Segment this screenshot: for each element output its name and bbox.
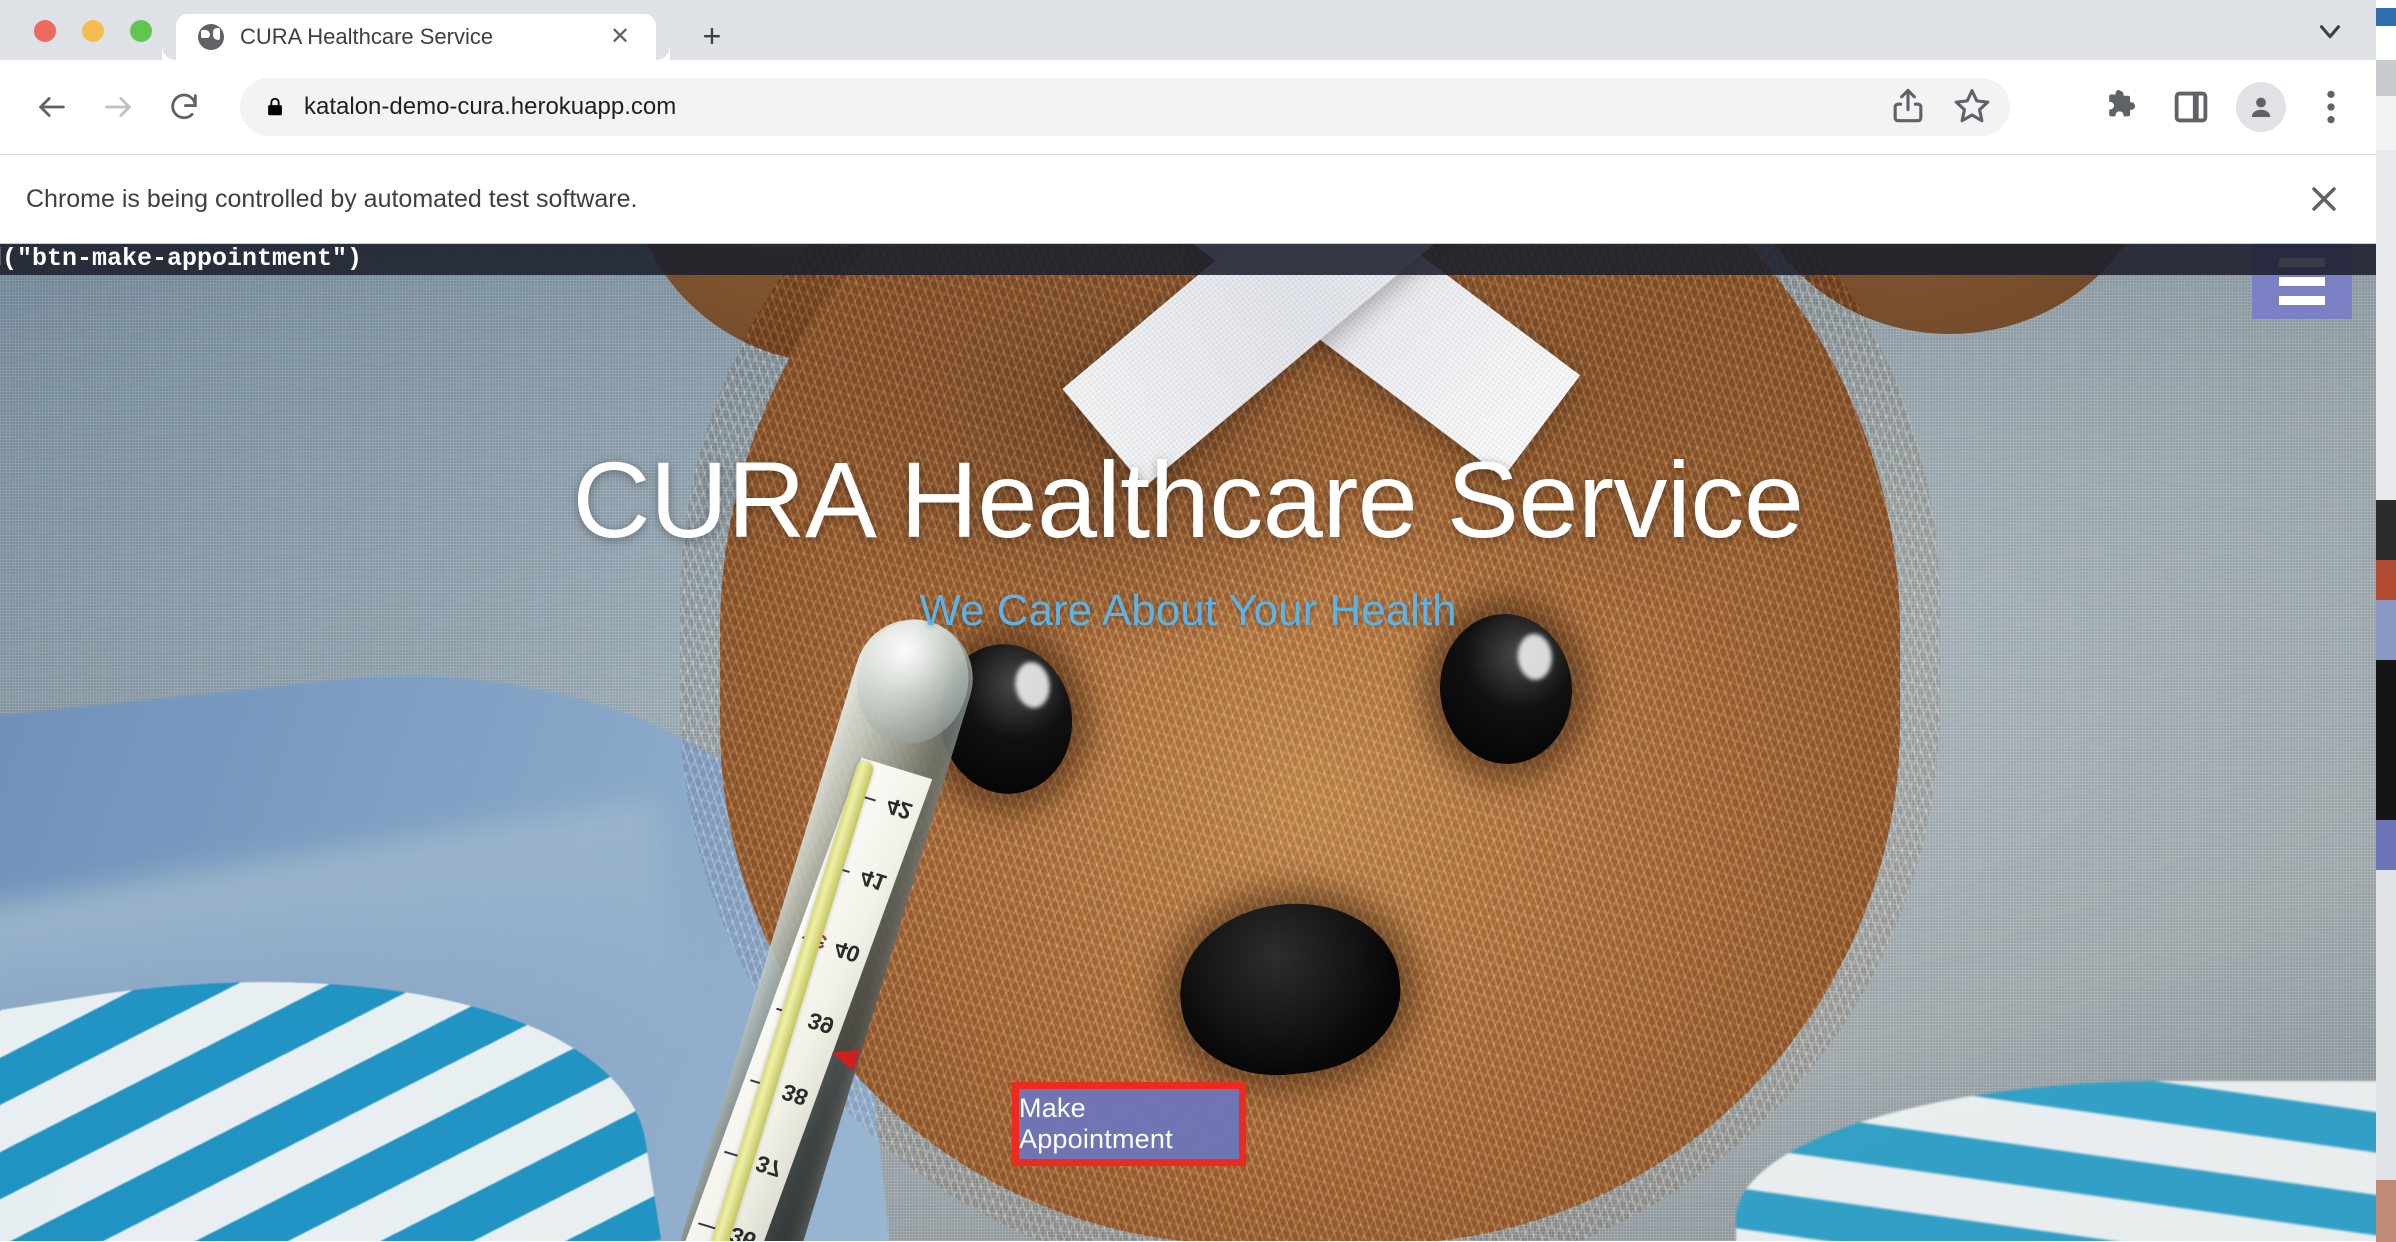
thermometer-tick-label: 38	[778, 1078, 812, 1111]
thermometer-tick-label: 42	[882, 792, 916, 825]
browser-toolbar: katalon-demo-cura.herokuapp.com	[0, 60, 2376, 155]
window-controls	[34, 20, 152, 42]
hamburger-bar	[2279, 296, 2325, 305]
thermometer-tick-label: 39	[804, 1007, 838, 1040]
url-text: katalon-demo-cura.herokuapp.com	[304, 93, 677, 120]
automation-highlight-box: Make Appointment	[1012, 1082, 1246, 1166]
tab-strip: CURA Healthcare Service ✕ +	[0, 0, 2376, 60]
puzzle-icon[interactable]	[2100, 84, 2146, 130]
automation-infobar-message: Chrome is being controlled by automated …	[26, 184, 638, 213]
forward-arrow-icon[interactable]	[92, 81, 144, 133]
share-icon[interactable]	[1886, 84, 1930, 128]
browser-window: CURA Healthcare Service ✕ + katalon-demo…	[0, 0, 2376, 1242]
omnibox-actions	[1886, 84, 1994, 128]
make-appointment-button[interactable]: Make Appointment	[1019, 1089, 1239, 1159]
address-bar[interactable]: katalon-demo-cura.herokuapp.com	[240, 78, 2010, 136]
thermometer-tick-label: 41	[856, 864, 890, 897]
close-window-button[interactable]	[34, 20, 56, 42]
back-arrow-icon[interactable]	[26, 81, 78, 133]
lock-icon[interactable]	[264, 94, 286, 120]
avatar[interactable]	[2236, 82, 2286, 132]
automation-locator-text: id("btn-make-appointment")	[0, 244, 363, 273]
hamburger-bar	[2279, 277, 2325, 286]
browser-tab[interactable]: CURA Healthcare Service ✕	[176, 14, 670, 60]
reload-icon[interactable]	[158, 81, 210, 133]
chevron-down-icon[interactable]	[2310, 14, 2350, 48]
maximize-window-button[interactable]	[130, 20, 152, 42]
side-panel-icon[interactable]	[2168, 84, 2214, 130]
globe-icon	[198, 24, 224, 50]
automation-infobar: Chrome is being controlled by automated …	[0, 155, 2376, 244]
close-icon[interactable]	[2304, 179, 2344, 219]
star-icon[interactable]	[1950, 84, 1994, 128]
thermometer-tick-label: 40	[830, 935, 864, 968]
minimize-window-button[interactable]	[82, 20, 104, 42]
new-tab-button[interactable]: +	[690, 14, 734, 58]
tab-title: CURA Healthcare Service	[240, 24, 494, 49]
automation-locator-banner: id("btn-make-appointment")	[0, 244, 2376, 275]
background-window-sliver	[2376, 0, 2396, 1242]
close-icon[interactable]: ✕	[608, 25, 632, 49]
thermometer-tick-label: 37	[752, 1150, 786, 1183]
toolbar-right-actions	[2100, 82, 2354, 132]
three-dot-menu-icon[interactable]	[2308, 84, 2354, 130]
page-viewport: °C 42 41 40 39 38 37 36 CURA Healthcare …	[0, 244, 2376, 1241]
